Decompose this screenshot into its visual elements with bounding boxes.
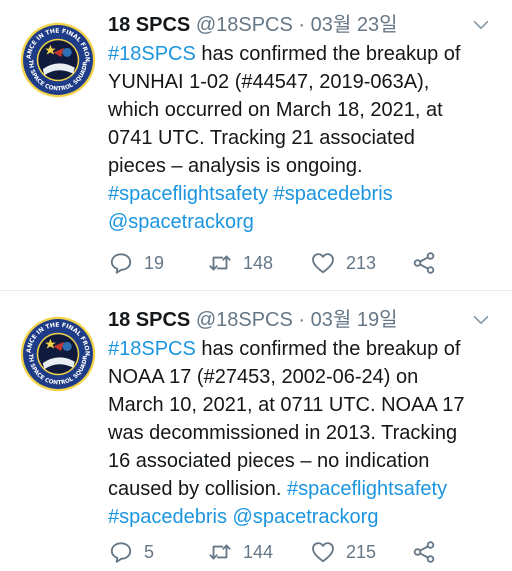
tweet-text: #18SPCS has confirmed the breakup of YUNH… [108, 40, 500, 236]
tweet-header: 18 SPCS @18SPCS · 03월 19일 [108, 305, 492, 335]
author-name[interactable]: 18 SPCS [108, 309, 190, 331]
tweet-text-segment: 0741 UTC. Tracking 21 associated [108, 127, 415, 149]
reply-button[interactable]: 19 [108, 250, 164, 276]
squadron-emblem-icon: VIGILANCE IN THE FINAL FRONTIER 18TH SPA… [20, 316, 96, 392]
tweet-text-segment: NOAA 17 (#27453, 2002-06-24) on [108, 366, 419, 388]
retweet-button[interactable]: 148 [207, 250, 273, 276]
mention-link[interactable]: @spacetrackorg [233, 506, 379, 528]
tweet[interactable]: VIGILANCE IN THE FINAL FRONTIER 18TH SPA… [0, 291, 512, 571]
heart-icon [312, 542, 334, 563]
tweet-actions: 5 144 215 [108, 539, 500, 565]
hashtag-link[interactable]: #18SPCS [108, 43, 196, 65]
hashtag-link[interactable]: #18SPCS [108, 338, 196, 360]
header-separator: · [298, 309, 306, 331]
hashtag-link[interactable]: #spaceflightsafety [108, 183, 268, 205]
share-button[interactable] [411, 539, 437, 565]
tweet-text-line: #18SPCS has confirmed the breakup of [108, 40, 500, 68]
tweet-text-segment: caused by collision. [108, 478, 287, 500]
hashtag-link[interactable]: #spacedebris [274, 183, 393, 205]
mention-link[interactable]: @spacetrackorg [108, 211, 254, 233]
tweet-date[interactable]: 03월 23일 [311, 14, 398, 36]
reply-icon [110, 542, 132, 563]
tweet-text-line: 0741 UTC. Tracking 21 associated [108, 124, 500, 152]
tweet-text-segment: was decommissioned in 2013. Tracking [108, 422, 458, 444]
tweet-header: 18 SPCS @18SPCS · 03월 23일 [108, 10, 492, 40]
author-handle[interactable]: @18SPCS [196, 14, 293, 36]
reply-count: 5 [144, 541, 155, 562]
author-handle[interactable]: @18SPCS [196, 309, 293, 331]
tweet-text: #18SPCS has confirmed the breakup of NOAA… [108, 335, 500, 531]
tweet-text-line: NOAA 17 (#27453, 2002-06-24) on [108, 363, 500, 391]
retweet-button[interactable]: 144 [207, 539, 273, 565]
tweet-text-line: @spacetrackorg [108, 208, 500, 236]
heart-icon [312, 253, 334, 274]
hashtag-link[interactable]: #spacedebris [108, 506, 227, 528]
retweet-icon [209, 255, 231, 271]
tweet-actions: 19 148 213 [108, 250, 500, 276]
tweet-text-line: #spaceflightsafety #spacedebris [108, 180, 500, 208]
tweet-text-segment: which occurred on March 18, 2021, at [108, 99, 443, 121]
tweet-text-line: which occurred on March 18, 2021, at [108, 96, 500, 124]
like-button[interactable]: 213 [310, 250, 376, 276]
share-icon [413, 541, 435, 563]
tweet-text-line: caused by collision. #spaceflightsafety [108, 475, 500, 503]
tweet-text-segment: has confirmed the breakup of [195, 338, 461, 360]
reply-icon [110, 253, 132, 274]
tweet-text-line: March 10, 2021, at 0711 UTC. NOAA 17 [108, 391, 500, 419]
chevron-down-icon[interactable] [470, 309, 492, 331]
hashtag-link[interactable]: #spaceflightsafety [287, 478, 447, 500]
reply-count: 19 [144, 252, 165, 273]
squadron-emblem-icon: VIGILANCE IN THE FINAL FRONTIER 18TH SPA… [20, 22, 96, 98]
author-name[interactable]: 18 SPCS [108, 14, 190, 36]
tweet-text-line: YUNHAI 1-02 (#44547, 2019-063A), [108, 68, 500, 96]
tweet-text-segment: YUNHAI 1-02 (#44547, 2019-063A), [108, 71, 430, 93]
tweet[interactable]: VIGILANCE IN THE FINAL FRONTIER 18TH SPA… [0, 0, 512, 290]
avatar[interactable]: VIGILANCE IN THE FINAL FRONTIER 18TH SPA… [20, 316, 96, 392]
like-count: 213 [346, 252, 377, 273]
tweet-feed: VIGILANCE IN THE FINAL FRONTIER 18TH SPA… [0, 0, 512, 571]
chevron-down-icon[interactable] [470, 14, 492, 36]
tweet-text-line: #18SPCS has confirmed the breakup of [108, 335, 500, 363]
retweet-count: 148 [243, 252, 274, 273]
tweet-text-line: was decommissioned in 2013. Tracking [108, 419, 500, 447]
tweet-text-line: #spacedebris @spacetrackorg [108, 503, 500, 531]
tweet-date[interactable]: 03월 19일 [311, 309, 398, 331]
retweet-icon [209, 544, 231, 560]
reply-button[interactable]: 5 [108, 539, 154, 565]
header-separator: · [298, 14, 306, 36]
share-button[interactable] [411, 250, 437, 276]
like-count: 215 [346, 541, 377, 562]
tweet-text-segment: has confirmed the breakup of [195, 43, 461, 65]
like-button[interactable]: 215 [310, 539, 376, 565]
avatar[interactable]: VIGILANCE IN THE FINAL FRONTIER 18TH SPA… [20, 22, 96, 98]
tweet-text-segment: 16 associated pieces – no indication [108, 450, 430, 472]
tweet-text-segment: pieces – analysis is ongoing. [108, 155, 363, 177]
tweet-text-line: 16 associated pieces – no indication [108, 447, 500, 475]
retweet-count: 144 [243, 541, 274, 562]
tweet-text-segment: March 10, 2021, at 0711 UTC. NOAA 17 [108, 394, 465, 416]
share-icon [413, 252, 435, 274]
tweet-text-line: pieces – analysis is ongoing. [108, 152, 500, 180]
